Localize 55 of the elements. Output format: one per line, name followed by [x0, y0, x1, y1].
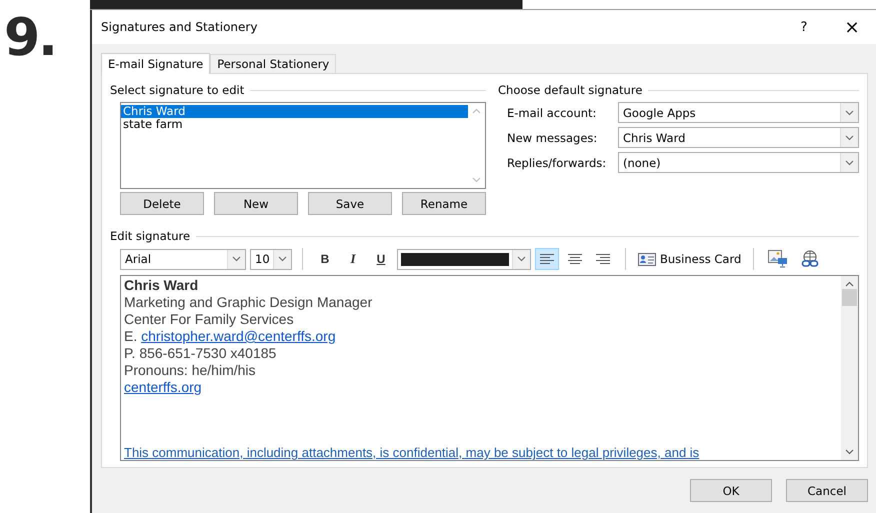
dropdown-field[interactable]: (none): [618, 152, 859, 173]
size-dropdown[interactable]: 10: [250, 248, 292, 270]
signature-line: Pronouns: he/him/his: [124, 362, 257, 379]
globe-link-icon: [800, 250, 820, 268]
picture-monitor-icon: [768, 250, 788, 268]
dropdown-field[interactable]: Chris Ward: [618, 127, 859, 148]
signature-button[interactable]: New: [214, 192, 298, 215]
format-button[interactable]: U: [369, 248, 393, 270]
dialog-button[interactable]: OK: [690, 479, 772, 502]
chevron-icon: [232, 256, 241, 262]
close-button[interactable]: ×: [828, 12, 876, 42]
text-lines-icon: [568, 253, 582, 265]
section-label: Select signature to edit: [110, 83, 244, 97]
help-button[interactable]: ?: [780, 12, 828, 42]
chevron-icon: [845, 134, 854, 140]
website-link[interactable]: centerffs.org: [124, 379, 202, 395]
window-title: Signatures and Stationery: [101, 20, 258, 34]
list-item[interactable]: Chris Ward: [121, 105, 468, 118]
contact-card-icon: [638, 252, 656, 266]
confidentiality-notice: This communication, including attachments, is confidential, may be subject to legal privileges, and is: [124, 444, 700, 460]
business-card-button[interactable]: Business Card: [636, 248, 744, 270]
field-label: E-mail account:: [507, 106, 598, 120]
signature-button[interactable]: Rename: [402, 192, 486, 215]
chevron-icon: [845, 160, 854, 166]
scrollbar[interactable]: [841, 276, 858, 460]
scroll-thumb[interactable]: [842, 289, 857, 306]
chevron-icon: [845, 110, 854, 116]
font-dropdown[interactable]: Arial: [120, 248, 246, 270]
signature-editor[interactable]: [120, 275, 859, 461]
signature-name: Chris Ward: [124, 277, 200, 294]
email-link[interactable]: christopher.ward@centerffs.org: [141, 328, 336, 344]
field-label: New messages:: [507, 130, 598, 144]
tab[interactable]: E-mail Signature: [101, 53, 210, 74]
signature-line: P. 856-651-7530 x40185: [124, 345, 278, 362]
tab[interactable]: Personal Stationery: [210, 54, 336, 73]
format-button[interactable]: I: [341, 248, 365, 270]
step-number: 9.: [4, 12, 56, 64]
chevron-icon: [278, 256, 287, 262]
format-button[interactable]: B: [313, 248, 337, 270]
section-label: Choose default signature: [498, 83, 642, 97]
align-left-button[interactable]: [535, 248, 559, 270]
section-label: Edit signature: [110, 229, 190, 243]
signature-button[interactable]: Delete: [120, 192, 204, 215]
signature-button[interactable]: Save: [308, 192, 392, 215]
email-label: E.: [124, 328, 138, 344]
dropdown-field[interactable]: Google Apps: [618, 102, 859, 123]
signature-line: Marketing and Graphic Design Manager: [124, 294, 374, 311]
signature-line: Center For Family Services: [124, 311, 295, 328]
text-lines-icon: [596, 253, 610, 265]
dialog-button[interactable]: Cancel: [786, 479, 868, 502]
field-label: Replies/forwards:: [507, 156, 608, 170]
font-color-dropdown[interactable]: [397, 248, 531, 270]
text-lines-icon: [540, 253, 554, 265]
chevron-icon: [517, 256, 526, 262]
list-item[interactable]: state farm: [121, 118, 468, 131]
